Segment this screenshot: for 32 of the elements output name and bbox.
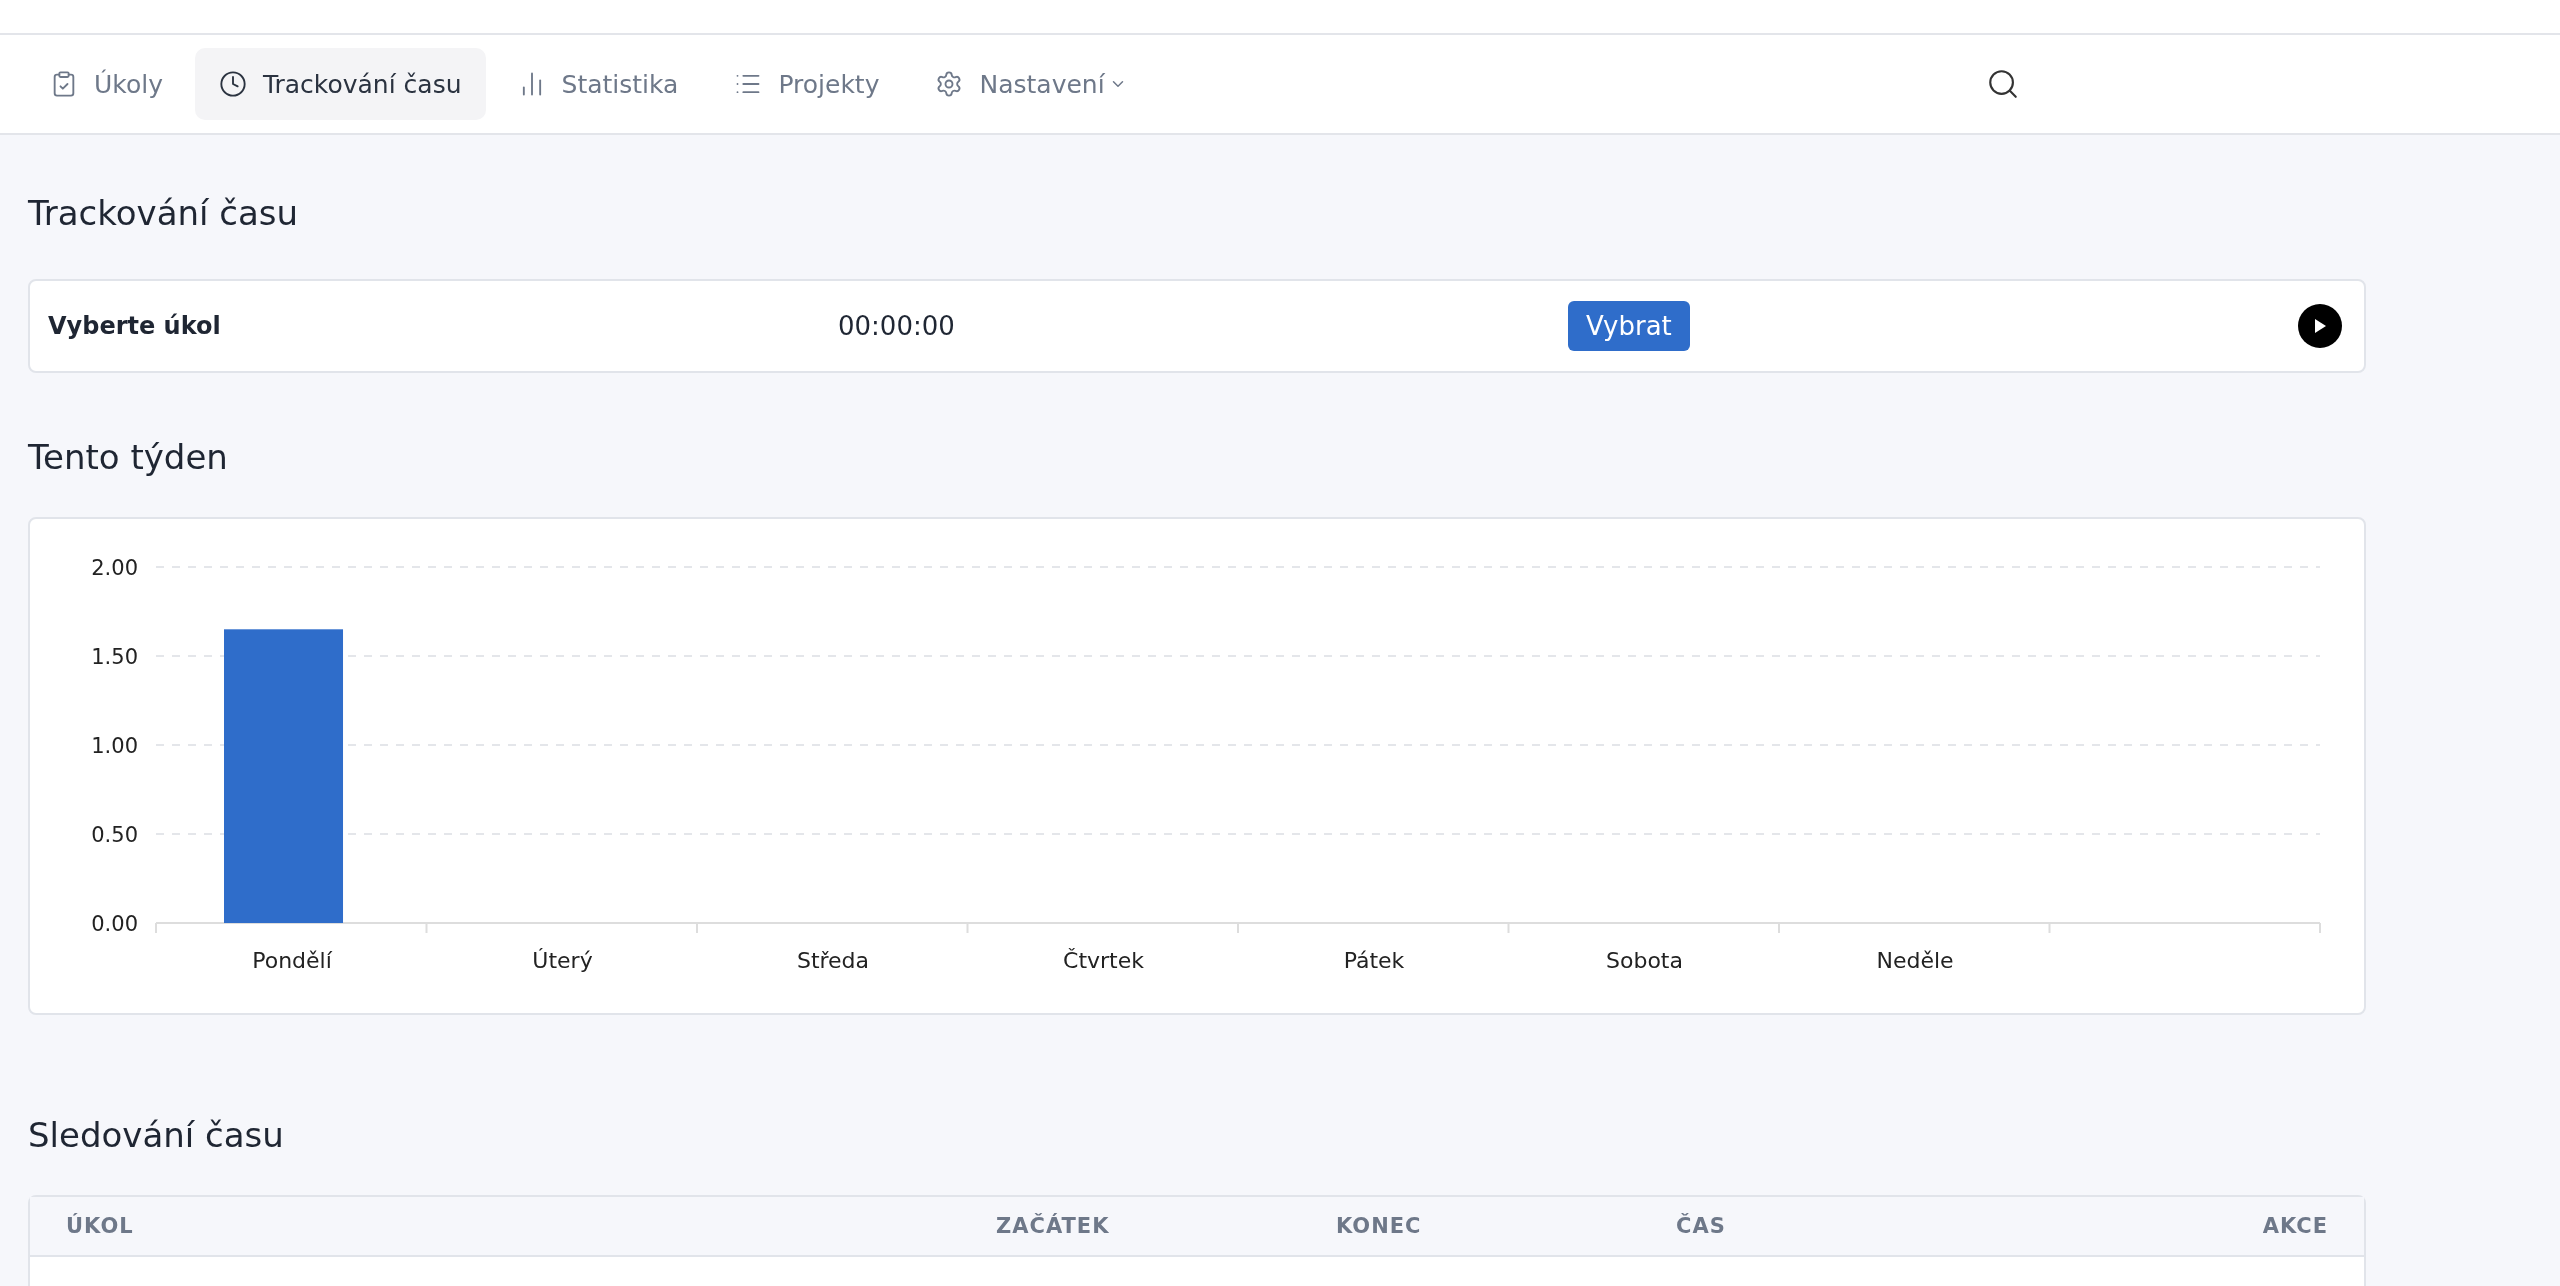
column-header: KONEC [1336, 1214, 1423, 1238]
timer-display: 00:00:00 [838, 311, 956, 341]
x-tick-label: Úterý [532, 948, 593, 973]
x-tick-label: Čtvrtek [1063, 948, 1144, 973]
x-tick-label: Sobota [1606, 948, 1683, 973]
nav-tab[interactable]: Nastavení [911, 48, 1151, 120]
column-header: ÚKOL [66, 1214, 135, 1238]
clock-icon [218, 70, 247, 98]
y-tick-label: 1.50 [91, 645, 138, 669]
nav-tab[interactable]: Trackování času [194, 48, 486, 120]
section-title: Tento týden [28, 437, 229, 477]
y-tick-label: 2.00 [91, 556, 138, 580]
nav-tab[interactable]: Úkoly [26, 48, 187, 120]
x-tick-label: Středa [796, 948, 870, 973]
task-name: Vyberte úkol [48, 312, 222, 340]
play-icon [2312, 317, 2328, 335]
y-tick-label: 1.00 [91, 734, 138, 758]
column-header: ČAS [1676, 1214, 1727, 1238]
column-header: AKCE [2262, 1214, 2328, 1238]
x-tick-label: Pátek [1343, 948, 1405, 973]
select-button[interactable]: Vybrat [1568, 301, 1690, 351]
column-header: ZAČÁTEK [996, 1214, 1111, 1238]
section-title: Sledování času [28, 1115, 285, 1155]
nav-tab[interactable]: Projekty [710, 48, 904, 120]
x-tick-label: Neděle [1876, 948, 1954, 973]
x-tick-label: Pondělí [252, 948, 332, 973]
y-tick-label: 0.50 [91, 823, 138, 847]
nav-tab[interactable]: Statistika [493, 48, 703, 120]
search-button[interactable] [1986, 67, 2020, 101]
play-button[interactable] [2298, 304, 2342, 348]
page-title: Trackování času [28, 193, 300, 233]
y-tick-label: 0.00 [91, 912, 138, 936]
